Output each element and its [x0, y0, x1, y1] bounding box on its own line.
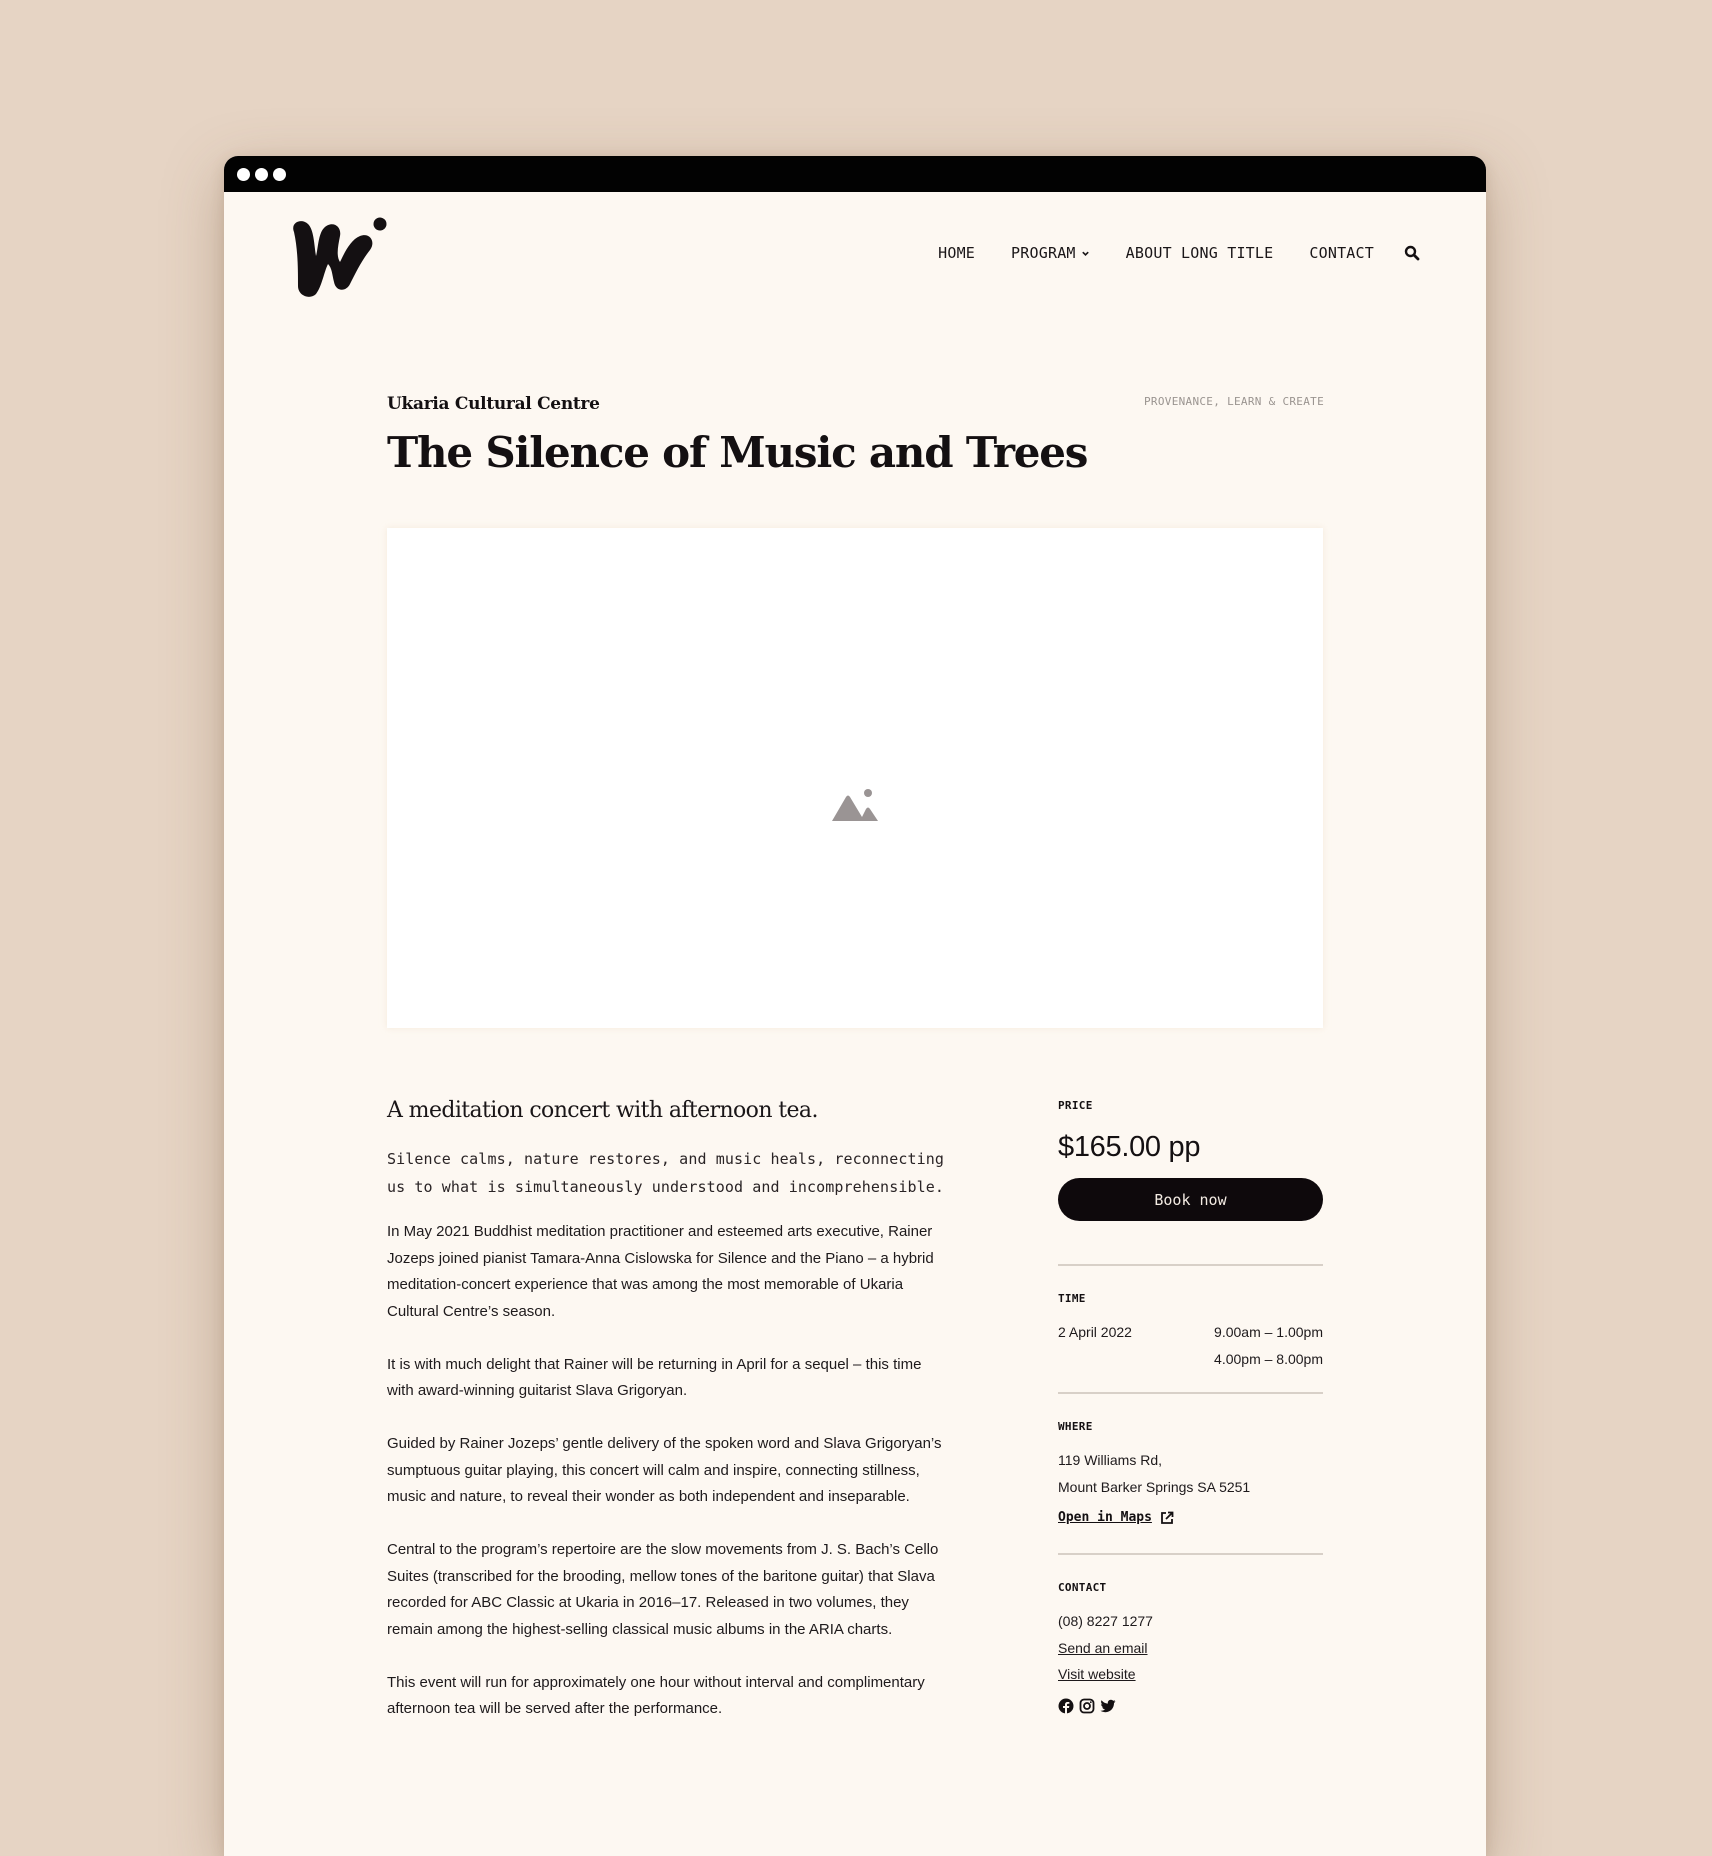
- nav-label: CONTACT: [1309, 244, 1374, 262]
- main-nav: HOME PROGRAM ABOUT LONG TITLE CONTACT: [938, 244, 1420, 262]
- nav-item-program[interactable]: PROGRAM: [1011, 244, 1090, 262]
- image-placeholder-icon: [832, 789, 878, 821]
- time-slot: 4.00pm – 8.00pm: [1214, 1350, 1323, 1367]
- nav-item-home[interactable]: HOME: [938, 244, 975, 262]
- instagram-icon[interactable]: [1079, 1698, 1095, 1714]
- price-section: PRICE $165.00 pp Book now: [1058, 1096, 1323, 1221]
- window-dot[interactable]: [273, 167, 286, 181]
- twitter-icon[interactable]: [1100, 1698, 1116, 1714]
- facebook-icon[interactable]: [1058, 1698, 1074, 1714]
- description-paragraph: In May 2021 Buddhist meditation practiti…: [387, 1223, 934, 1320]
- send-email-link[interactable]: Send an email: [1058, 1635, 1323, 1662]
- description-paragraph: This event will run for approximately on…: [387, 1673, 925, 1718]
- price-value: $165.00 pp: [1058, 1131, 1201, 1163]
- divider: [1058, 1264, 1323, 1266]
- divider: [1058, 1392, 1323, 1394]
- price-label: PRICE: [1058, 1099, 1093, 1112]
- book-now-button[interactable]: Book now: [1058, 1178, 1323, 1221]
- site-header: HOME PROGRAM ABOUT LONG TITLE CONTACT: [224, 192, 1486, 342]
- hero-image-placeholder: [387, 528, 1323, 1028]
- address-line: Mount Barker Springs SA 5251: [1058, 1478, 1251, 1495]
- nav-label: HOME: [938, 244, 976, 262]
- time-section: TIME 2 April 2022 9.00am – 1.00pm 4.00pm…: [1058, 1292, 1323, 1372]
- external-link-icon: [1161, 1511, 1174, 1524]
- nav-item-about[interactable]: ABOUT LONG TITLE: [1126, 244, 1274, 262]
- event-description: A meditation concert with afternoon tea.…: [387, 1098, 947, 1749]
- time-row: 2 April 2022 9.00am – 1.00pm 4.00pm – 8.…: [1058, 1319, 1323, 1372]
- venue-name: Ukaria Cultural Centre: [387, 394, 600, 414]
- maps-link-label: Open in Maps: [1058, 1510, 1152, 1525]
- address: 119 Williams Rd, Mount Barker Springs SA…: [1058, 1447, 1323, 1500]
- nav-label: PROGRAM: [1011, 244, 1076, 262]
- site-logo[interactable]: [288, 216, 388, 300]
- description-paragraph: Guided by Rainer Jozeps’ gentle delivery…: [387, 1435, 942, 1505]
- description-paragraph: It is with much delight that Rainer will…: [387, 1355, 922, 1400]
- time-label: TIME: [1058, 1292, 1086, 1305]
- time-slot: 9.00am – 1.00pm: [1214, 1324, 1323, 1340]
- open-in-maps-link[interactable]: Open in Maps: [1058, 1510, 1323, 1525]
- nav-label: ABOUT LONG TITLE: [1125, 244, 1274, 262]
- description-paragraph: Central to the program’s repertoire are …: [387, 1541, 939, 1638]
- window-dot[interactable]: [237, 167, 250, 181]
- social-links: [1058, 1698, 1323, 1714]
- window-dot[interactable]: [255, 167, 268, 181]
- where-label: WHERE: [1058, 1420, 1093, 1433]
- chevron-down-icon: [1081, 251, 1089, 256]
- contact-label: CONTACT: [1058, 1581, 1107, 1594]
- event-category[interactable]: PROVENANCE, LEARN & CREATE: [1144, 395, 1324, 408]
- page-title: The Silence of Music and Trees: [387, 428, 1088, 477]
- event-date: 2 April 2022: [1058, 1324, 1132, 1340]
- contact-section: CONTACT (08) 8227 1277 Send an email Vis…: [1058, 1581, 1323, 1714]
- visit-website-link[interactable]: Visit website: [1058, 1661, 1323, 1688]
- window-titlebar: [224, 156, 1486, 192]
- search-icon[interactable]: [1404, 245, 1420, 261]
- event-intro: Silence calms, nature restores, and musi…: [387, 1150, 944, 1196]
- divider: [1058, 1553, 1323, 1555]
- address-line: 119 Williams Rd,: [1058, 1452, 1162, 1468]
- contact-phone[interactable]: (08) 8227 1277: [1058, 1608, 1323, 1635]
- event-sidebar: PRICE $165.00 pp Book now TIME 2 April 2…: [1058, 1096, 1323, 1714]
- nav-item-contact[interactable]: CONTACT: [1309, 244, 1374, 262]
- event-lead: A meditation concert with afternoon tea.: [387, 1098, 818, 1123]
- time-slots: 9.00am – 1.00pm 4.00pm – 8.00pm: [1214, 1319, 1323, 1372]
- where-section: WHERE 119 Williams Rd, Mount Barker Spri…: [1058, 1420, 1323, 1525]
